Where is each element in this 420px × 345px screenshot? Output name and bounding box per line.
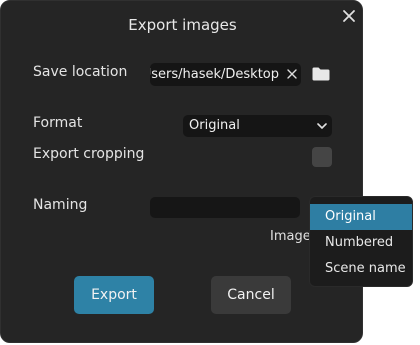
- format-select[interactable]: Original: [183, 115, 332, 137]
- naming-dropdown-menu: Original Numbered Scene name: [309, 196, 413, 287]
- chevron-down-icon: [317, 123, 327, 129]
- format-label: Format: [33, 115, 83, 131]
- close-icon[interactable]: [340, 7, 358, 25]
- export-cropping-checkbox[interactable]: [312, 147, 332, 167]
- cancel-button[interactable]: Cancel: [211, 276, 291, 314]
- save-location-label: Save location: [33, 64, 128, 80]
- naming-option-numbered[interactable]: Numbered: [310, 230, 412, 256]
- save-location-field[interactable]: C:/Users/hasek/Desktop: [150, 63, 301, 86]
- export-button[interactable]: Export: [74, 276, 154, 314]
- dialog-title: Export images: [128, 16, 237, 34]
- naming-option-scene-name[interactable]: Scene name: [310, 256, 412, 282]
- format-selected-value: Original: [189, 118, 240, 133]
- naming-option-original[interactable]: Original: [310, 204, 412, 230]
- export-dialog: Export images Save location C:/Users/has…: [0, 0, 363, 343]
- folder-icon[interactable]: [312, 67, 330, 81]
- naming-label: Naming: [33, 197, 88, 213]
- export-cropping-label: Export cropping: [33, 146, 145, 162]
- save-location-path: C:/Users/hasek/Desktop: [150, 67, 279, 82]
- naming-input[interactable]: [150, 197, 300, 218]
- clear-icon[interactable]: [287, 69, 297, 79]
